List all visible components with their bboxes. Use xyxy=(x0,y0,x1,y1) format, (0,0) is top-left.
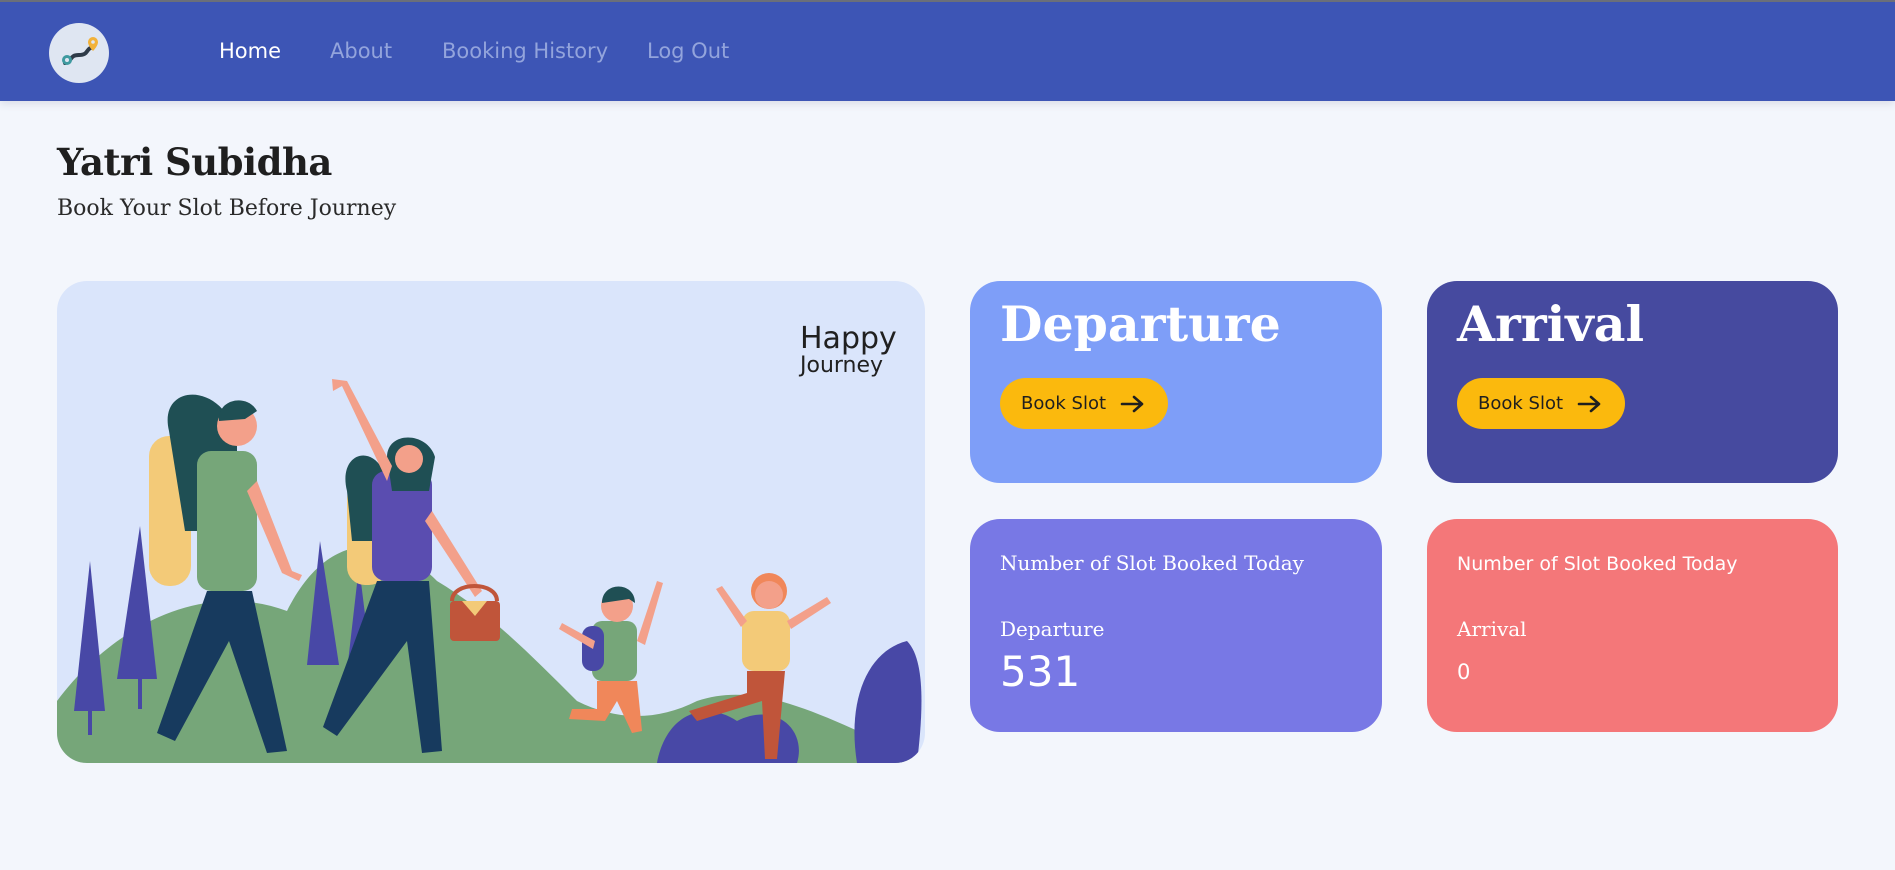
nav-booking-history-link[interactable]: Booking History xyxy=(442,39,608,63)
arrival-count-heading: Number of Slot Booked Today xyxy=(1457,553,1738,575)
arrival-count-value: 0 xyxy=(1457,660,1471,684)
arrow-right-icon xyxy=(1120,394,1146,414)
arrival-card: Arrival Book Slot xyxy=(1427,281,1838,483)
arrow-right-icon xyxy=(1577,394,1603,414)
nav-about-link[interactable]: About xyxy=(330,39,392,63)
hero-happy-text: Happy xyxy=(800,321,897,356)
page-title: Yatri Subidha xyxy=(57,140,332,184)
departure-count-heading: Number of Slot Booked Today xyxy=(1000,551,1304,575)
hero-banner: Happy Journey xyxy=(57,281,925,763)
logo-route-icon[interactable] xyxy=(49,23,109,83)
page-subtitle: Book Your Slot Before Journey xyxy=(57,196,397,221)
departure-book-slot-label: Book Slot xyxy=(1021,393,1107,414)
arrival-count-card: Number of Slot Booked Today Arrival 0 xyxy=(1427,519,1838,732)
hero-journey-text: Journey xyxy=(800,353,884,378)
departure-count-label: Departure xyxy=(1000,617,1105,641)
arrival-book-slot-label: Book Slot xyxy=(1478,393,1564,414)
departure-book-slot-button[interactable]: Book Slot xyxy=(1000,378,1169,429)
departure-card: Departure Book Slot xyxy=(970,281,1382,483)
nav-logout-link[interactable]: Log Out xyxy=(647,39,729,63)
arrival-count-label: Arrival xyxy=(1457,617,1527,641)
departure-card-title: Departure xyxy=(1000,295,1281,353)
arrival-card-title: Arrival xyxy=(1457,295,1645,353)
arrival-book-slot-button[interactable]: Book Slot xyxy=(1457,378,1626,429)
top-navbar: Home About Booking History Log Out xyxy=(0,0,1895,101)
departure-count-card: Number of Slot Booked Today Departure 53… xyxy=(970,519,1382,732)
nav-home-link[interactable]: Home xyxy=(219,39,281,63)
departure-count-value: 531 xyxy=(1000,647,1081,696)
family-hiking-illustration xyxy=(57,379,925,763)
